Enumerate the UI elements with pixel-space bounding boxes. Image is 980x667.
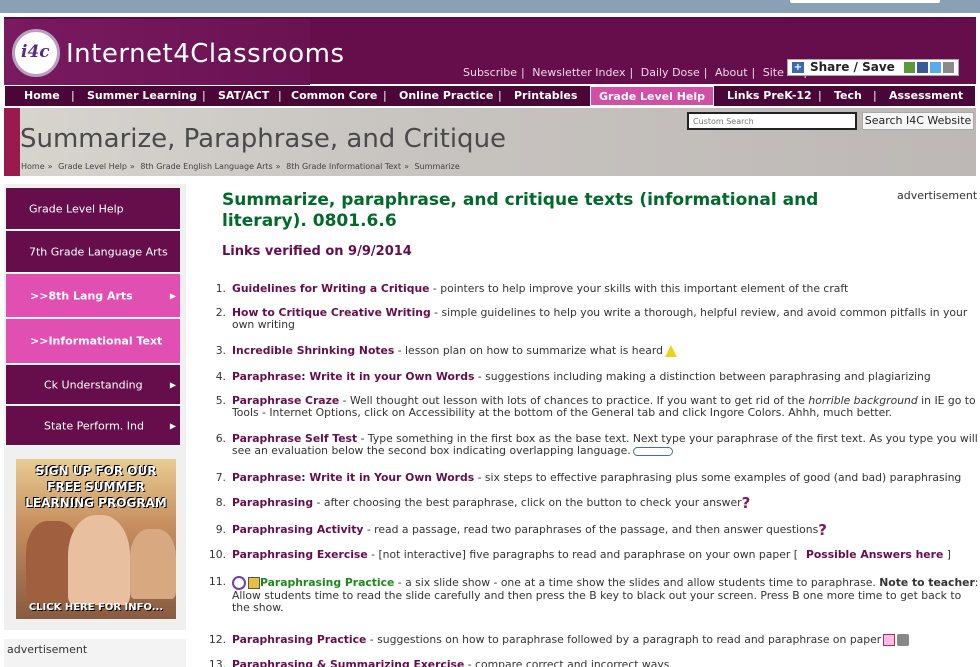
page-title: Summarize, Paraphrase, and Critique (20, 124, 507, 154)
share-save-button[interactable]: + Share / Save (787, 59, 959, 76)
sidebar-item-informational-text[interactable]: >>Informational Text (6, 319, 180, 364)
resource-link[interactable]: Paraphrase: Write it in your Own Words (232, 370, 474, 383)
double-arrow-icon: >> (30, 334, 49, 348)
worksheet-icon (883, 634, 896, 646)
nav-links-prek-12[interactable]: Links PreK-12 (727, 86, 812, 106)
question-mark-icon: ? (741, 494, 751, 512)
promo-cta: CLICK HERE FOR INFO... (28, 602, 164, 613)
top-links: Subscribe | Newsletter Index | Daily Dose |… (463, 66, 811, 79)
resource-link[interactable]: Paraphrasing Exercise (232, 548, 368, 561)
breadcrumb-current: Summarize (414, 162, 460, 171)
plus-icon: + (792, 62, 804, 73)
sidebar-item-state-perform-ind[interactable]: State Perform. Ind ▶ (6, 406, 180, 446)
daily-dose-link[interactable]: Daily Dose (641, 66, 700, 79)
resource-link[interactable]: Paraphrase: Write it in Your Own Words (232, 471, 474, 484)
breadcrumb-grade-level-help[interactable]: Grade Level Help (58, 162, 127, 171)
breadcrumb-8th-grade-info-text[interactable]: 8th Grade Informational Text (286, 162, 401, 171)
main-title: Summarize, paraphrase, and critique text… (222, 190, 819, 231)
resource-link[interactable]: Incredible Shrinking Notes (232, 344, 394, 357)
sidebar-ad-label: advertisement (4, 637, 186, 667)
interactive-icon (632, 446, 673, 456)
sidebar-item-ck-understanding[interactable]: Ck Understanding ▶ (6, 365, 180, 405)
nav-sat-act[interactable]: SAT/ACT (218, 86, 269, 106)
apple-icon (232, 576, 246, 590)
resource-link[interactable]: Paraphrasing Practice (260, 576, 394, 589)
email-share-icon[interactable] (904, 62, 915, 73)
resource-link[interactable]: Paraphrasing (232, 496, 313, 509)
main-nav: Home | Summer Learning | SAT/ACT | Commo… (4, 85, 976, 107)
nav-printables[interactable]: Printables (514, 86, 577, 106)
breadcrumb: Home» Grade Level Help» 8th Grade Englis… (21, 162, 460, 171)
breadcrumb-home[interactable]: Home (21, 162, 45, 171)
nav-summer-learning[interactable]: Summer Learning (87, 86, 197, 106)
top-strip-bar (790, 0, 940, 3)
printer-icon (897, 634, 910, 646)
chevron-right-icon: ▶ (169, 380, 176, 389)
double-arrow-icon: >> (30, 289, 49, 302)
resource-link[interactable]: Guidelines for Writing a Critique (232, 282, 429, 295)
possible-answers-link[interactable]: Possible Answers here (806, 548, 943, 561)
i4c-logo-icon: i4c (12, 29, 60, 77)
newsletter-index-link[interactable]: Newsletter Index (532, 66, 625, 79)
nav-common-core[interactable]: Common Core (291, 86, 377, 106)
lesson-plan-icon (664, 345, 677, 357)
search-input[interactable] (687, 112, 857, 130)
top-strip (0, 0, 980, 13)
nav-assessment[interactable]: Assessment (889, 86, 963, 106)
main-ad-label: advertisement (897, 189, 978, 202)
search-button[interactable]: Search I4C Website (862, 112, 974, 130)
question-mark-icon: ? (818, 521, 827, 539)
resource-link[interactable]: Paraphrasing & Summarizing Exercise (232, 658, 464, 667)
nav-home[interactable]: Home (24, 86, 60, 106)
logo-area[interactable]: i4c Internet4Classrooms (4, 19, 344, 86)
sidebar-item-grade-level-help[interactable]: Grade Level Help (6, 188, 180, 230)
page-banner: Summarize, Paraphrase, and Critique Home… (4, 108, 976, 176)
nav-grade-level-help[interactable]: Grade Level Help (590, 86, 714, 106)
student-photo (130, 529, 176, 599)
breadcrumb-8th-grade-ela[interactable]: 8th Grade English Language Arts (140, 162, 272, 171)
sidebar: Grade Level Help 7th Grade Language Arts… (4, 184, 186, 667)
nav-tech[interactable]: Tech (834, 86, 862, 106)
chevron-right-icon: ▶ (169, 421, 176, 430)
resource-link[interactable]: Paraphrasing Activity (232, 523, 363, 536)
facebook-icon[interactable] (917, 62, 928, 73)
slideshow-icon (248, 577, 260, 589)
links-verified: Links verified on 9/9/2014 (222, 244, 412, 259)
resource-link[interactable]: Paraphrasing Practice (232, 633, 366, 646)
sidebar-item-7th-grade-language-arts[interactable]: 7th Grade Language Arts (6, 231, 180, 273)
about-link[interactable]: About (715, 66, 748, 79)
sidebar-item-8th-lang-arts[interactable]: >>8th Lang Arts ▶ (6, 274, 180, 318)
student-photo (68, 515, 130, 605)
more-share-icon[interactable] (943, 62, 954, 73)
site-logo-text: Internet4Classrooms (66, 39, 345, 69)
share-service-icons (904, 62, 954, 73)
chevron-right-icon: ▶ (169, 291, 176, 300)
site-header: i4c Internet4Classrooms Subscribe | Newsl… (4, 17, 976, 86)
nav-online-practice[interactable]: Online Practice (399, 86, 493, 106)
summer-learning-promo[interactable]: SIGN UP FOR OUR FREE SUMMER LEARNING PRO… (16, 459, 176, 619)
twitter-icon[interactable] (930, 62, 941, 73)
subscribe-link[interactable]: Subscribe (463, 66, 517, 79)
